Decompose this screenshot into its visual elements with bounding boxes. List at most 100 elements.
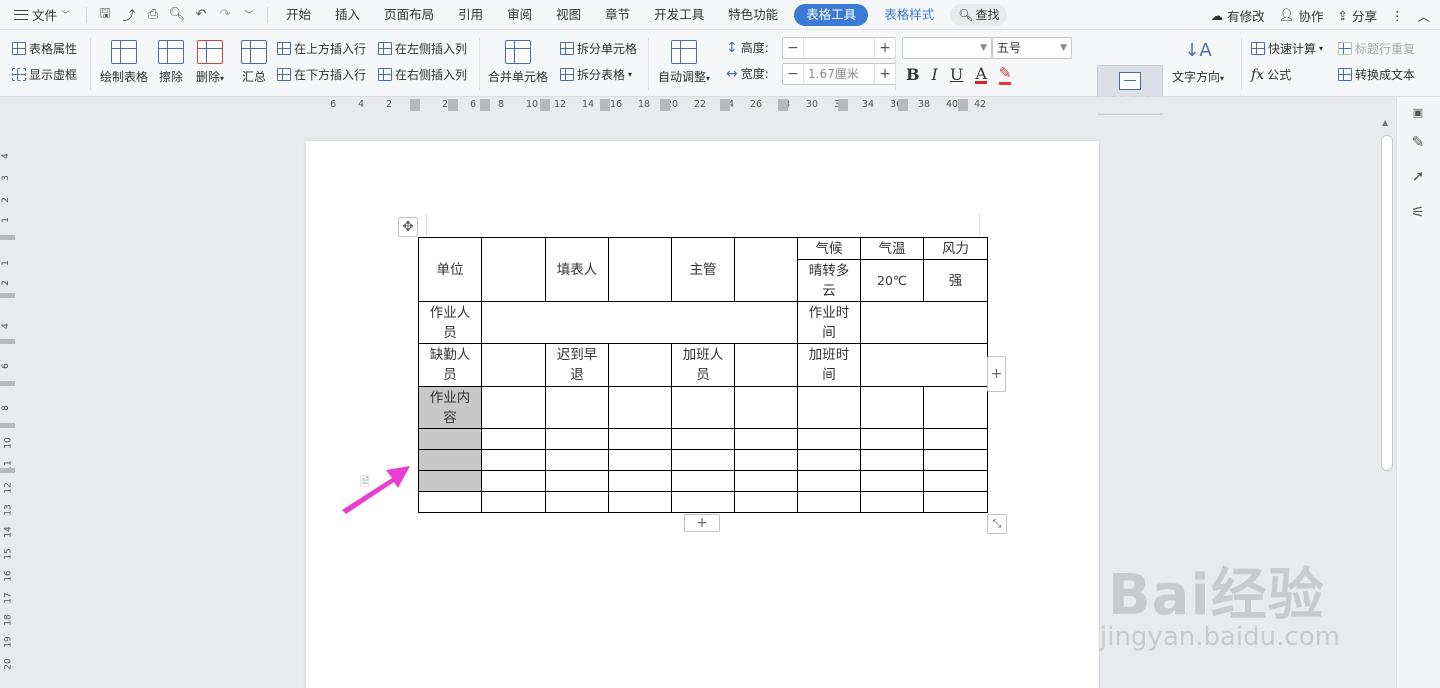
table-cell[interactable] [481, 428, 546, 450]
show-gridlines-button[interactable]: 显示虚框 [12, 66, 77, 83]
font-size-select[interactable]: 五号 ▼ [992, 37, 1072, 59]
table-cell[interactable]: 加班人员 [671, 343, 735, 387]
table-cell[interactable] [545, 449, 609, 471]
table-properties-button[interactable]: 表格属性 [12, 40, 77, 57]
more-icon[interactable]: ⋮ [1391, 8, 1404, 23]
table-cell[interactable] [860, 491, 924, 513]
row-marker[interactable] [0, 339, 15, 344]
col-width-value[interactable]: 1.67厘米 [803, 64, 875, 84]
scroll-up-icon[interactable]: ▲ [1382, 118, 1388, 127]
column-marker[interactable] [838, 99, 848, 111]
document-table[interactable]: 单位 填表人 主管 气候 气温 风力 晴转多云 20℃ 强 作业人员 作业时间 … [418, 237, 988, 513]
table-cell[interactable] [734, 491, 798, 513]
erase-button[interactable]: 擦除 [158, 40, 184, 85]
tab-developer[interactable]: 开发工具 [642, 0, 716, 30]
search-button[interactable]: 🔍︎ 查找 [950, 3, 1008, 26]
add-row-button[interactable]: + [684, 514, 720, 532]
table-cell[interactable] [671, 449, 735, 471]
table-cell[interactable] [797, 491, 861, 513]
table-cell[interactable] [608, 343, 672, 387]
increment-icon[interactable]: + [875, 40, 895, 56]
table-cell[interactable] [545, 470, 609, 492]
table-cell-selected[interactable]: 作业内容 [418, 386, 482, 429]
column-marker[interactable] [720, 99, 730, 111]
table-cell[interactable] [923, 428, 988, 450]
table-cell[interactable] [608, 237, 672, 302]
table-cell[interactable] [481, 491, 546, 513]
bold-button[interactable]: B [906, 65, 920, 84]
table-cell[interactable] [860, 449, 924, 471]
table-cell[interactable] [860, 343, 988, 387]
split-table-button[interactable]: 拆分表格 ▾ [560, 66, 632, 83]
table-cell[interactable]: 迟到早退 [545, 343, 609, 387]
table-cell[interactable] [671, 491, 735, 513]
formula-button[interactable]: fx 公式 [1251, 66, 1291, 83]
horizontal-ruler[interactable]: 6422681012141618202224262830323436384042 [0, 97, 1380, 113]
settings-sliders-icon[interactable]: ⚟ [1407, 201, 1429, 223]
tab-special-features[interactable]: 特色功能 [716, 0, 790, 30]
table-cell[interactable] [545, 386, 609, 429]
delete-button[interactable]: 删除▾ [196, 40, 224, 85]
convert-to-text-button[interactable]: 转换成文本 [1338, 66, 1415, 83]
table-cell[interactable]: 作业时间 [797, 301, 861, 344]
table-cell-selected[interactable] [418, 470, 482, 492]
column-marker[interactable] [410, 99, 420, 111]
file-menu[interactable]: 文件 ﹀ [0, 5, 80, 24]
modified-button[interactable]: ☁ 有修改 [1211, 6, 1265, 25]
font-name-select[interactable]: ▼ [902, 37, 992, 59]
col-width-stepper[interactable]: − 1.67厘米 + [782, 63, 896, 85]
table-cell[interactable] [923, 449, 988, 471]
repeat-header-button[interactable]: 标题行重复 [1338, 40, 1415, 57]
tab-section[interactable]: 章节 [593, 0, 642, 30]
tab-page-layout[interactable]: 页面布局 [372, 0, 446, 30]
summary-button[interactable]: 汇总 [241, 40, 267, 85]
undo-icon[interactable]: ↶ [189, 4, 213, 26]
split-cells-button[interactable]: 拆分单元格 [560, 40, 637, 57]
auto-fit-button[interactable]: 自动调整▾ [658, 40, 710, 85]
column-marker[interactable] [898, 99, 908, 111]
print-icon[interactable]: ⎙ [141, 4, 165, 26]
table-cell[interactable] [481, 470, 546, 492]
table-cell-selected[interactable] [418, 428, 482, 450]
table-cell[interactable]: 单位 [418, 237, 482, 302]
table-cell[interactable] [671, 470, 735, 492]
table-cell[interactable] [734, 237, 798, 302]
column-marker[interactable] [480, 99, 490, 111]
table-cell[interactable] [797, 470, 861, 492]
table-cell[interactable] [481, 237, 546, 302]
table-cell[interactable] [860, 428, 924, 450]
table-cell[interactable]: 气候 [797, 237, 861, 260]
table-cell[interactable] [608, 428, 672, 450]
font-color-button[interactable]: A [975, 65, 987, 84]
table-cell[interactable] [734, 428, 798, 450]
text-direction-button[interactable]: ↓A 文字方向▾ [1172, 40, 1224, 85]
table-cell[interactable]: 20℃ [860, 259, 924, 302]
table-cell[interactable] [797, 449, 861, 471]
table-cell[interactable] [545, 491, 609, 513]
vertical-ruler[interactable]: 4 3 2 1 1 2 4 6 8 10 11 12 13 14 15 16 17 18 19 20 [0, 113, 16, 688]
highlight-icon[interactable]: ✎ [998, 64, 1012, 85]
column-marker[interactable] [600, 99, 610, 111]
export-pdf-icon[interactable]: ⤴ [117, 4, 141, 26]
column-marker[interactable] [448, 99, 458, 111]
redo-icon[interactable]: ↷ [213, 4, 237, 26]
table-cell[interactable] [608, 386, 672, 429]
table-cell[interactable] [923, 491, 988, 513]
insert-col-left-button[interactable]: 在左侧插入列 [378, 40, 467, 57]
insert-col-right-button[interactable]: 在右侧插入列 [378, 66, 467, 83]
table-cell-selected[interactable] [418, 449, 482, 471]
table-cell[interactable] [797, 386, 861, 429]
column-marker[interactable] [958, 99, 968, 111]
save-icon[interactable]: 🖫 [93, 4, 117, 26]
tab-view[interactable]: 视图 [544, 0, 593, 30]
table-cell[interactable]: 作业人员 [418, 301, 482, 344]
decrement-icon[interactable]: − [783, 66, 803, 82]
tab-insert[interactable]: 插入 [323, 0, 372, 30]
collaborate-button[interactable]: 👤︎ 协作 [1279, 6, 1324, 25]
table-move-handle-icon[interactable]: ✥ [398, 217, 418, 237]
row-marker[interactable] [0, 381, 15, 386]
table-cell[interactable] [608, 491, 672, 513]
tab-table-style[interactable]: 表格样式 [872, 0, 946, 30]
resize-table-handle-icon[interactable]: ⤡ [987, 514, 1007, 534]
draw-table-button[interactable]: 绘制表格 [100, 40, 148, 85]
